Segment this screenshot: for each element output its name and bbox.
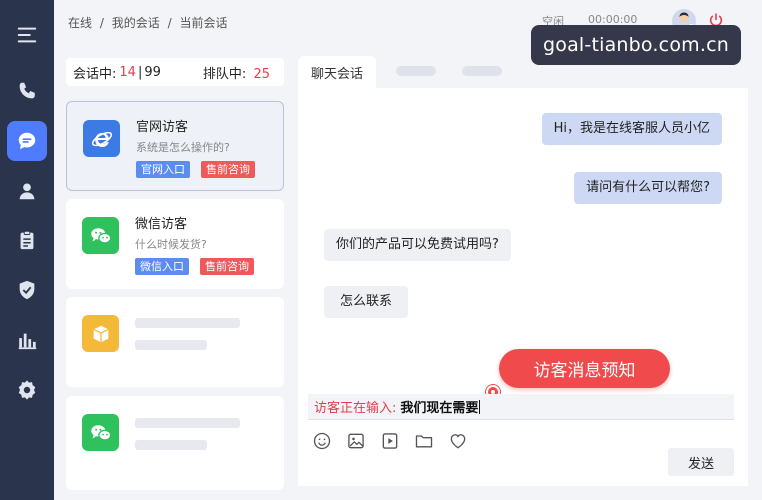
type-badge: 售前咨询 — [201, 161, 255, 178]
placeholder-line — [135, 318, 240, 328]
visitor-message: 你们的产品可以免费试用吗? — [324, 229, 511, 261]
tab-chat-session[interactable]: 聊天会话 — [298, 56, 376, 88]
typing-label: 访客正在输入: — [314, 401, 397, 416]
queue-label: 排队中: — [202, 66, 247, 82]
placeholder-line — [135, 418, 240, 428]
breadcrumb-separator: / — [99, 16, 104, 30]
chat-tabs: 聊天会话 — [298, 56, 748, 88]
breadcrumb-separator: / — [167, 16, 172, 30]
text-caret — [479, 399, 481, 414]
wechat-icon — [82, 217, 119, 254]
type-badge: 售前咨询 — [200, 258, 254, 275]
image-icon[interactable] — [346, 431, 366, 451]
wechat-icon — [82, 414, 119, 451]
agent-message: Hi，我是在线客服人员小亿 — [541, 113, 722, 145]
placeholder-line — [135, 340, 207, 350]
source-badge: 微信入口 — [135, 258, 189, 275]
phone-icon[interactable] — [7, 71, 47, 111]
typing-text: 我们现在需要 — [400, 401, 479, 416]
active-label: 会话中: — [73, 66, 117, 82]
typing-preview: 访客正在输入: 我们现在需要 — [308, 394, 734, 420]
sidebar — [0, 0, 54, 500]
chat-icon[interactable] — [7, 121, 47, 161]
placeholder-line — [135, 440, 207, 450]
stats-separator: | — [137, 64, 143, 80]
emoji-icon[interactable] — [312, 431, 332, 451]
agent-message: 请问有什么可以帮您? — [574, 172, 722, 204]
queue-count: 25 — [253, 66, 270, 82]
video-icon[interactable] — [380, 431, 400, 451]
visitor-name: 官网访客 — [136, 120, 189, 135]
user-icon[interactable] — [7, 171, 47, 211]
visitor-preview-badge: 访客消息预知 — [499, 349, 670, 388]
chat-panel: 聊天会话 Hi，我是在线客服人员小亿 请问有什么可以帮您? 你们的产品可以免费试… — [298, 56, 748, 486]
breadcrumb-my-sessions[interactable]: 我的会话 — [112, 16, 160, 30]
browser-e-icon — [83, 120, 120, 157]
gear-icon[interactable] — [7, 370, 47, 410]
active-count: 14 — [119, 64, 136, 80]
chat-body: Hi，我是在线客服人员小亿 请问有什么可以帮您? 你们的产品可以免费试用吗? 怎… — [298, 88, 748, 486]
breadcrumb-current-session: 当前会话 — [179, 16, 228, 30]
clipboard-icon[interactable] — [7, 220, 47, 260]
queue-stat: 排队中: 25 — [203, 63, 270, 82]
visitor-card-placeholder[interactable] — [66, 396, 284, 490]
composer-toolbar — [312, 431, 468, 453]
session-stats: 会话中: 14 | 99 排队中: 25 — [66, 58, 284, 86]
visitor-card[interactable]: 微信访客 什么时候发货? 微信入口 售前咨询 — [66, 199, 284, 289]
box-icon — [82, 315, 119, 352]
breadcrumb-online[interactable]: 在线 — [68, 16, 92, 30]
breadcrumb: 在线 / 我的会话 / 当前会话 — [68, 14, 231, 31]
visitor-name: 微信访客 — [135, 217, 188, 232]
visitor-last-message: 什么时候发货? — [135, 238, 207, 251]
tab-placeholder[interactable] — [396, 66, 436, 76]
send-button[interactable]: 发送 — [668, 448, 734, 476]
visitor-message: 怎么联系 — [324, 286, 409, 318]
shield-icon[interactable] — [7, 270, 47, 310]
visitor-last-message: 系统是怎么操作的? — [136, 141, 230, 154]
folder-icon[interactable] — [414, 431, 434, 451]
source-badge: 官网入口 — [136, 161, 190, 178]
active-max: 99 — [144, 64, 161, 80]
tab-placeholder[interactable] — [462, 66, 502, 76]
heart-icon[interactable] — [448, 431, 468, 451]
visitor-card[interactable]: 官网访客 系统是怎么操作的? 官网入口 售前咨询 — [66, 101, 284, 191]
bar-chart-icon[interactable] — [7, 320, 47, 360]
visitor-card-placeholder[interactable] — [66, 297, 284, 387]
menu-icon[interactable] — [7, 15, 47, 55]
